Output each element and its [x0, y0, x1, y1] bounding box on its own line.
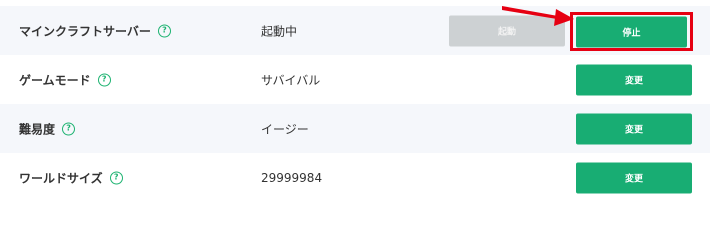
change-difficulty-button[interactable]: 変更: [576, 113, 692, 144]
help-icon[interactable]: ?: [109, 171, 123, 184]
setting-row-difficulty: 難易度 ? イージー 変更: [0, 104, 710, 153]
help-icon[interactable]: ?: [157, 24, 171, 37]
change-game-mode-button[interactable]: 変更: [576, 64, 692, 95]
setting-label-text: マインクラフトサーバー: [19, 24, 151, 38]
setting-label-text: ワールドサイズ: [19, 171, 103, 185]
start-button: 起動: [449, 15, 565, 46]
world-size-value: 29999984: [261, 170, 323, 185]
server-settings-panel: マインクラフトサーバー ? 起動中 起動 ゲームモード ? サバイバル 変更 難…: [0, 0, 710, 203]
server-status-value: 起動中: [261, 24, 298, 38]
help-icon[interactable]: ?: [62, 122, 76, 135]
help-icon[interactable]: ?: [97, 73, 111, 86]
setting-row-world-size: ワールドサイズ ? 29999984 変更: [0, 153, 710, 202]
setting-label: 難易度 ?: [19, 120, 76, 137]
setting-label: ゲームモード ?: [19, 71, 111, 88]
setting-label: マインクラフトサーバー ?: [19, 22, 171, 39]
setting-label: ワールドサイズ ?: [19, 169, 123, 186]
setting-label-text: ゲームモード: [19, 73, 91, 87]
setting-row-game-mode: ゲームモード ? サバイバル 変更: [0, 55, 710, 104]
difficulty-value: イージー: [261, 122, 309, 136]
change-world-size-button[interactable]: 変更: [576, 162, 692, 193]
setting-label-text: 難易度: [19, 122, 56, 136]
game-mode-value: サバイバル: [261, 73, 321, 87]
setting-row-minecraft-server: マインクラフトサーバー ? 起動中 起動: [0, 6, 710, 55]
